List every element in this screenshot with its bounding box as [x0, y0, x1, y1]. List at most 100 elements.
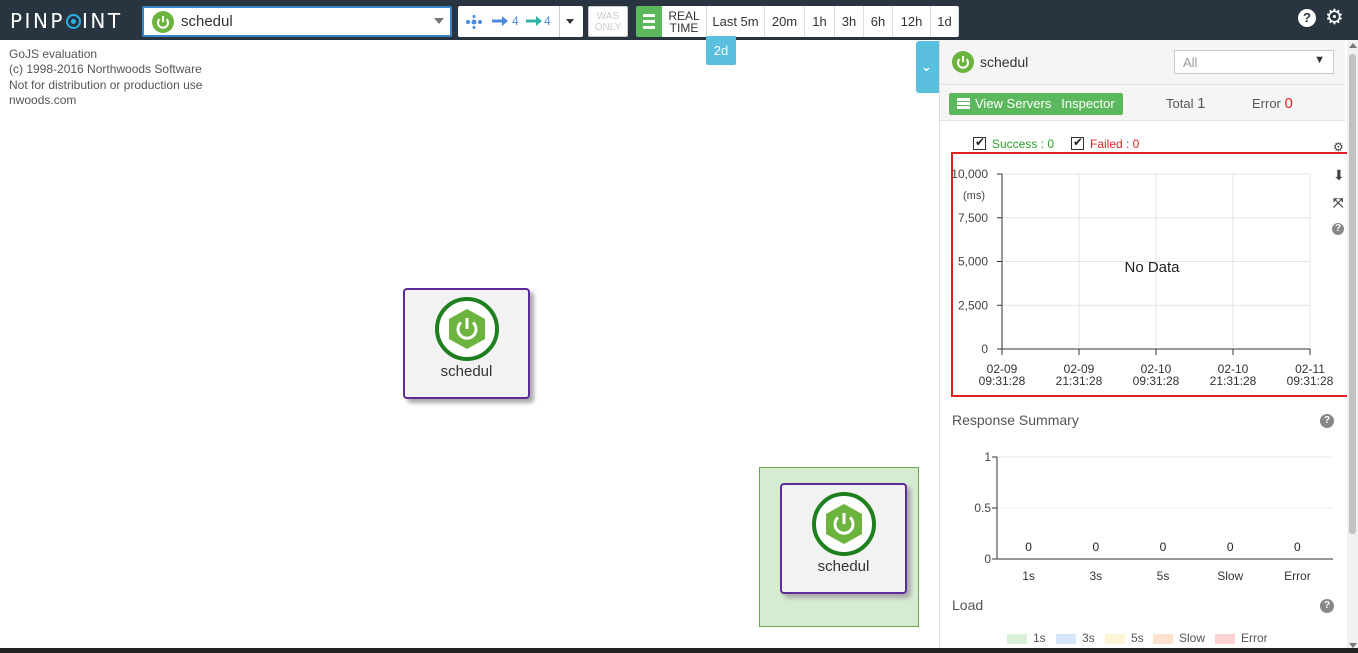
- response-summary-chart: 1 0.5 0 0 1s 0 3s 0 5s 0 Slow 0 Error: [974, 450, 1333, 583]
- rs-category-label: 1s: [1022, 569, 1035, 583]
- realtime-button[interactable]: REAL TIME: [662, 6, 707, 37]
- range-2d-active[interactable]: 2d: [706, 36, 736, 65]
- search-depth-control[interactable]: 4 4: [458, 6, 583, 37]
- total-count: Total 1: [1166, 95, 1205, 112]
- scatter-x-ticks: 02-0909:31:2802-0921:31:2802-1009:31:280…: [979, 349, 1334, 388]
- response-summary-help-icon[interactable]: ?: [1320, 414, 1334, 428]
- server-map-node-selected[interactable]: schedul: [780, 483, 907, 594]
- scrollbar-thumb[interactable]: [1349, 54, 1356, 534]
- spring-boot-icon: [152, 11, 174, 33]
- bottom-bar: [0, 648, 1358, 653]
- success-label: Success : 0: [992, 137, 1055, 151]
- scatter-list-button[interactable]: [636, 6, 662, 37]
- scatter-y-tick-label: 2,500: [958, 298, 988, 312]
- rs-data-label: 0: [1092, 540, 1099, 554]
- node-label: schedul: [817, 558, 870, 575]
- chevron-down-icon: [434, 18, 444, 24]
- load-help-icon[interactable]: ?: [1320, 599, 1334, 613]
- scatter-x-tick-time: 21:31:28: [1210, 374, 1257, 388]
- rs-y-tick-label: 1: [984, 450, 991, 464]
- callee-depth: 4: [544, 14, 551, 28]
- legend-slow[interactable]: Slow: [1153, 631, 1205, 645]
- node-label: schedul: [440, 363, 493, 380]
- panel-scrollbar[interactable]: [1347, 40, 1358, 653]
- legend-swatch: [1153, 633, 1173, 644]
- panel-header: schedul All ▼: [940, 40, 1345, 85]
- chevron-down-icon: ▼: [1314, 54, 1325, 66]
- legend-swatch: [1007, 633, 1027, 644]
- gojs-line: Not for distribution or production use: [9, 77, 203, 92]
- checkbox-icon: [973, 135, 986, 151]
- response-summary-marks: 1 0.5 0 0 1s 0 3s 0 5s 0 Slow 0 Error: [974, 450, 1333, 583]
- application-name: schedul: [181, 13, 233, 30]
- scatter-x-tick-time: 21:31:28: [1056, 374, 1103, 388]
- failed-label: Failed : 0: [1090, 137, 1140, 151]
- divider: [559, 6, 560, 37]
- error-count: Error 0: [1252, 95, 1293, 112]
- range-1h[interactable]: 1h: [805, 6, 835, 37]
- range-12h[interactable]: 12h: [893, 6, 931, 37]
- range-6h[interactable]: 6h: [864, 6, 893, 37]
- gojs-notice: GoJS evaluation (c) 1998-2016 Northwoods…: [9, 47, 202, 108]
- total-label: Total: [1166, 96, 1194, 111]
- fullscreen-icon[interactable]: ⤧: [1333, 195, 1343, 211]
- failed-checkbox[interactable]: Failed : 0: [1071, 135, 1140, 151]
- legend-swatch: [1105, 633, 1125, 644]
- scatter-y-tick-label: 7,500: [958, 211, 988, 225]
- scatter-y-unit: (ms): [963, 190, 985, 202]
- range-last-5m[interactable]: Last 5m: [707, 6, 765, 37]
- rs-data-label: 0: [1227, 540, 1234, 554]
- legend-3s[interactable]: 3s: [1056, 631, 1095, 645]
- rs-data-label: 0: [1160, 540, 1167, 554]
- view-servers-label: View Servers: [975, 96, 1052, 111]
- legend-swatch: [1215, 633, 1235, 644]
- caret-down-icon[interactable]: [566, 19, 574, 24]
- rs-category-label: 3s: [1089, 569, 1102, 583]
- pinpoint-logo[interactable]: PINP INT: [10, 9, 123, 33]
- node-icon-ring: [812, 492, 876, 556]
- legend-label: Error: [1241, 631, 1268, 645]
- legend-label: 3s: [1082, 631, 1095, 645]
- legend-5s[interactable]: 5s: [1105, 631, 1144, 645]
- was-only-toggle[interactable]: WAS ONLY: [588, 6, 628, 37]
- gojs-line: nwoods.com: [9, 92, 77, 107]
- application-select[interactable]: schedul: [142, 6, 452, 37]
- panel-collapse-button[interactable]: ⌄: [916, 41, 940, 93]
- scroll-up-icon[interactable]: [1349, 43, 1357, 48]
- scatter-y-tick-label: 5,000: [958, 255, 988, 269]
- download-icon[interactable]: ⬇: [1333, 167, 1345, 184]
- rs-y-tick-label: 0.5: [974, 501, 991, 515]
- legend-1s[interactable]: 1s: [1007, 631, 1046, 645]
- inspector-button[interactable]: Inspector: [1053, 93, 1123, 115]
- success-checkbox[interactable]: Success : 0: [973, 135, 1055, 151]
- checkbox-icon: [1071, 135, 1084, 151]
- legend-label: 5s: [1131, 631, 1144, 645]
- legend-label: 1s: [1033, 631, 1046, 645]
- legend-error[interactable]: Error: [1215, 631, 1268, 645]
- error-value: 0: [1284, 95, 1293, 112]
- node-icon-ring: [435, 297, 499, 361]
- range-3h[interactable]: 3h: [835, 6, 864, 37]
- spring-boot-icon: [952, 51, 974, 73]
- caller-depth: 4: [512, 14, 519, 28]
- server-map-node[interactable]: schedul: [403, 288, 530, 399]
- gojs-line: GoJS evaluation: [9, 47, 98, 61]
- rs-category-label: Error: [1284, 569, 1311, 583]
- scatter-help-icon[interactable]: ?: [1332, 223, 1344, 235]
- rs-y-tick-label: 0: [984, 552, 991, 566]
- agent-filter-select[interactable]: All ▼: [1174, 50, 1334, 74]
- gojs-line: (c) 1998-2016 Northwoods Software: [9, 62, 202, 77]
- scatter-y-tick-label: 0: [981, 342, 988, 356]
- scatter-x-tick-time: 09:31:28: [979, 374, 1026, 388]
- topology-icon: [466, 15, 482, 29]
- view-servers-button[interactable]: View Servers: [949, 93, 1060, 115]
- gear-icon[interactable]: ⚙: [1325, 5, 1344, 30]
- callee-arrow-icon: [526, 16, 542, 26]
- rs-category-label: 5s: [1157, 569, 1170, 583]
- response-summary-title: Response Summary: [952, 412, 1079, 428]
- scatter-chart[interactable]: 10,000 7,500 5,000 2,500 0 02-0909:31:2802-0…: [951, 152, 1349, 397]
- range-1d[interactable]: 1d: [931, 6, 959, 37]
- help-icon[interactable]: ?: [1298, 9, 1316, 27]
- caller-arrow-icon: [492, 16, 508, 26]
- range-20m[interactable]: 20m: [765, 6, 805, 37]
